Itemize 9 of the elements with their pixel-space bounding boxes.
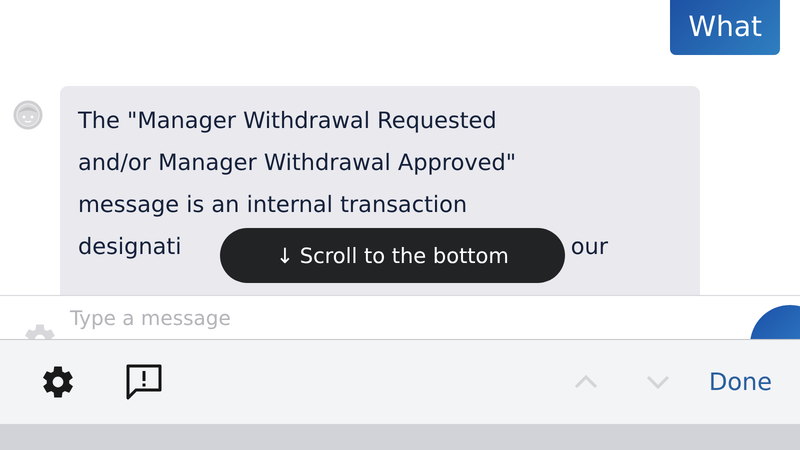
message-line: The "Manager Withdrawal Requested xyxy=(78,107,498,136)
scroll-to-bottom-button[interactable]: ↓ Scroll to the bottom xyxy=(220,228,565,283)
feedback-icon[interactable] xyxy=(124,362,164,402)
message-line: and/or Manager Withdrawal Approved" xyxy=(78,149,518,178)
done-button[interactable]: Done xyxy=(708,368,772,396)
message-fragment: our xyxy=(570,233,608,262)
message-line: message is an internal transaction xyxy=(78,191,468,220)
user-message: What xyxy=(670,0,780,55)
message-fragment: designati xyxy=(78,233,182,262)
